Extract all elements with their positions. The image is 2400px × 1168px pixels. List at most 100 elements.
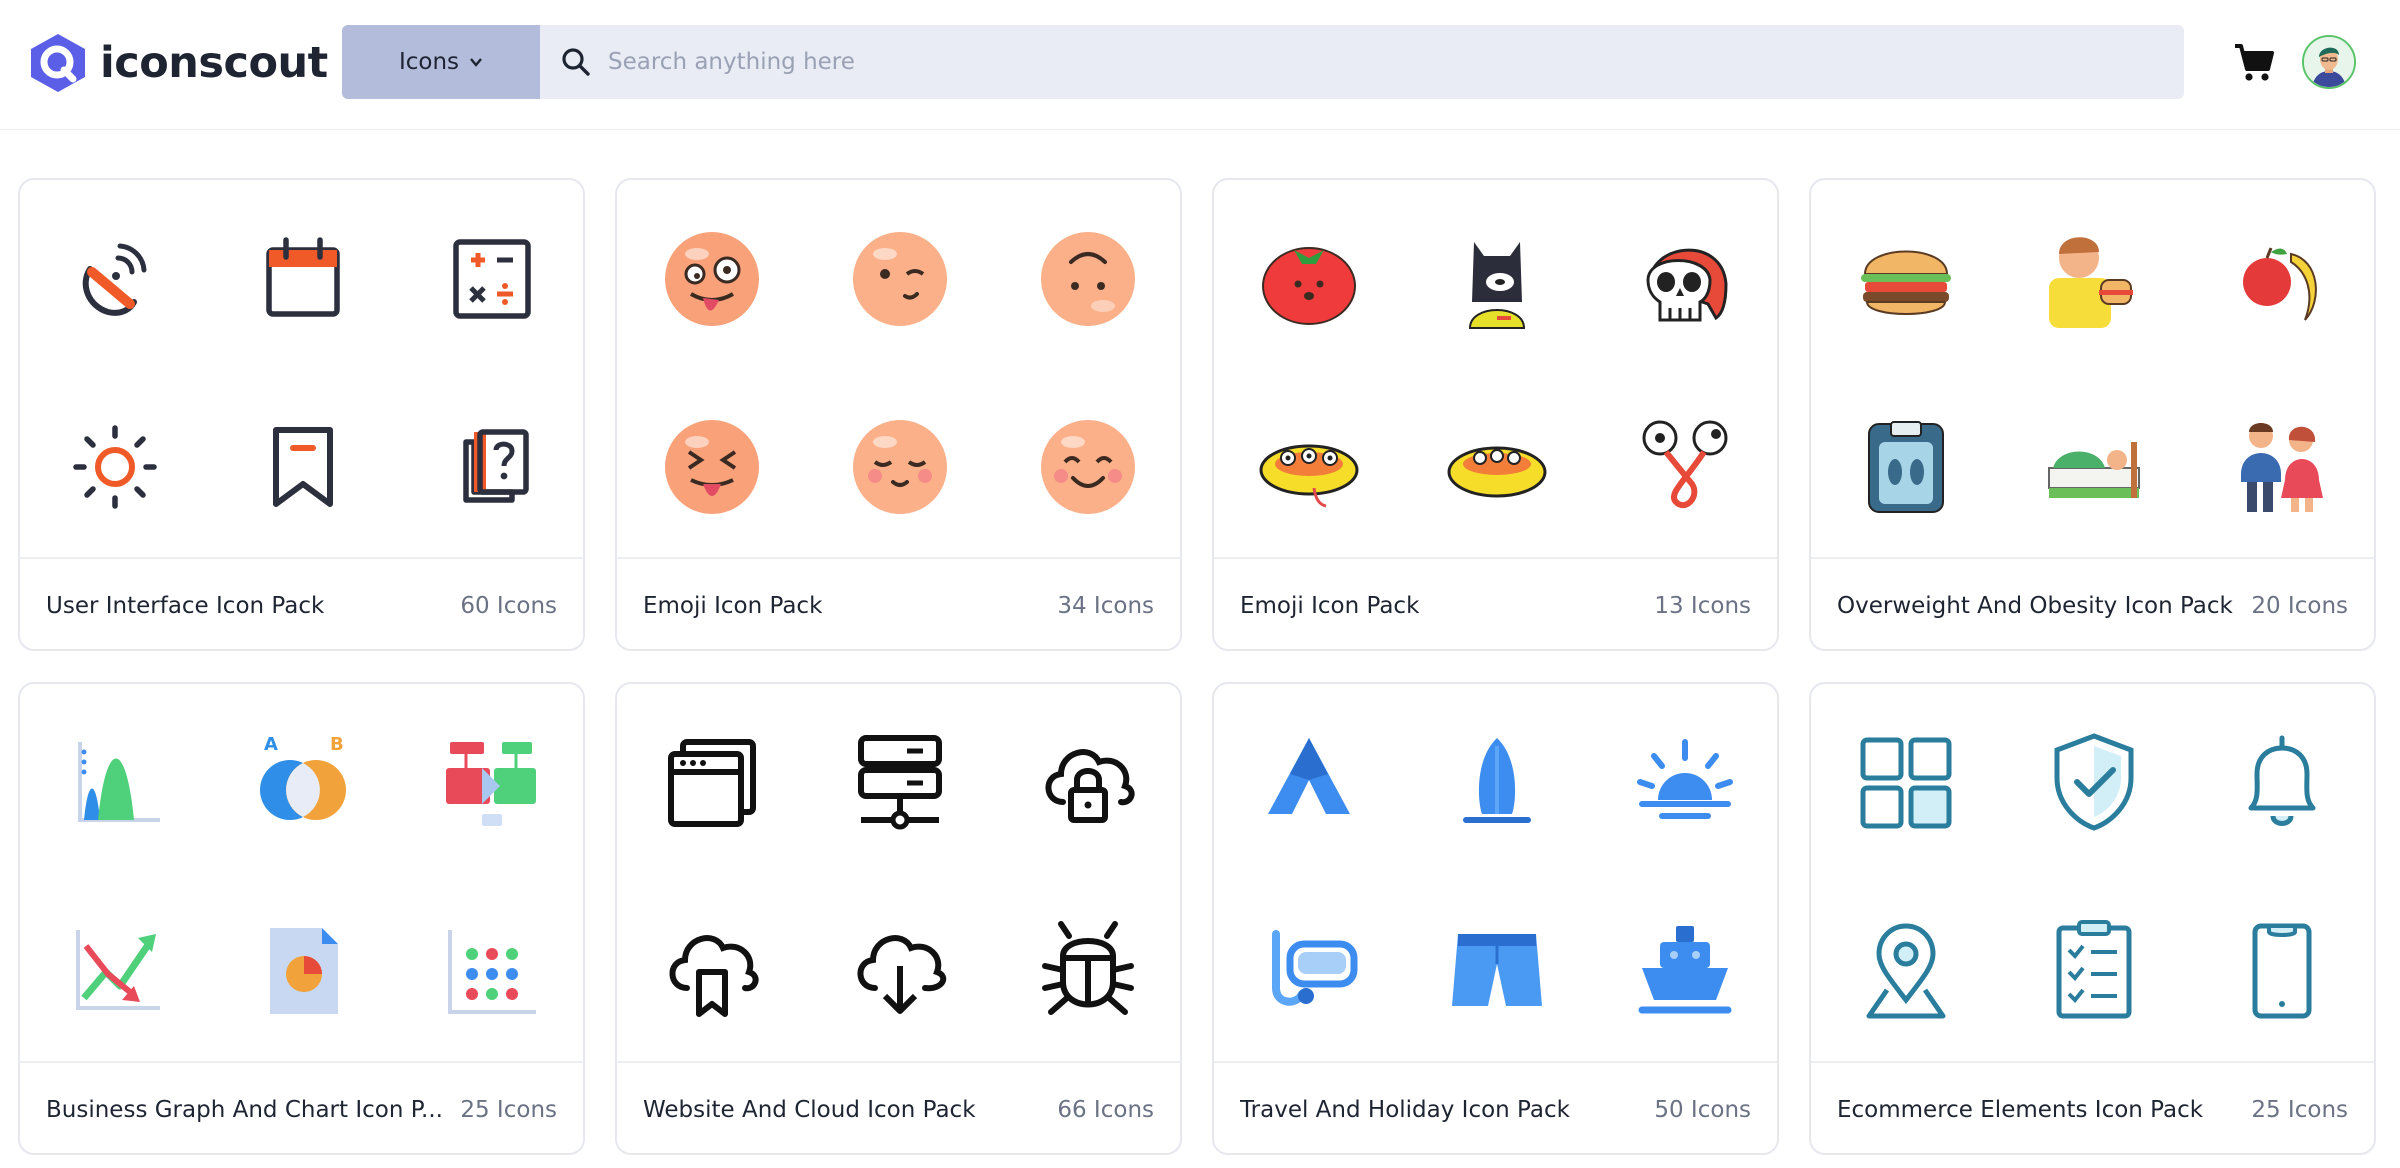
person-in-bed-icon bbox=[2039, 412, 2149, 522]
pack-icon-count: 60 Icons bbox=[460, 593, 557, 619]
pack-footer: Ecommerce Elements Icon Pack 25 Icons bbox=[1811, 1061, 2374, 1153]
pack-preview bbox=[1811, 684, 2374, 1061]
sun-icon bbox=[60, 412, 170, 522]
shield-check-icon bbox=[2039, 728, 2149, 838]
pack-preview: A B bbox=[20, 684, 583, 1061]
pack-title[interactable]: Website And Cloud Icon Pack bbox=[643, 1097, 976, 1123]
svg-text:B: B bbox=[330, 734, 344, 755]
pack-icon-count: 34 Icons bbox=[1057, 593, 1154, 619]
pack-icon-count: 20 Icons bbox=[2251, 593, 2348, 619]
eyes-on-string-icon bbox=[1630, 412, 1740, 522]
cloud-download-icon bbox=[845, 916, 955, 1026]
pack-preview bbox=[1811, 180, 2374, 557]
bell-icon bbox=[2227, 728, 2337, 838]
calculator-icon bbox=[436, 224, 546, 334]
relieved-face-emoji bbox=[845, 412, 955, 522]
brand-name: iconscout bbox=[100, 38, 328, 88]
apple-banana-icon bbox=[2227, 224, 2337, 334]
cart-icon[interactable] bbox=[2232, 40, 2276, 84]
pack-preview bbox=[617, 684, 1180, 1061]
pack-icon-count: 13 Icons bbox=[1654, 593, 1751, 619]
icon-pack-card[interactable]: A B Business Graph And Chart Icon P... 2… bbox=[18, 682, 585, 1155]
pack-preview bbox=[1214, 684, 1777, 1061]
brand-logo[interactable]: iconscout bbox=[26, 32, 328, 94]
pack-footer: User Interface Icon Pack 60 Icons bbox=[20, 557, 583, 649]
icon-pack-card[interactable]: Emoji Icon Pack 13 Icons bbox=[1212, 178, 1779, 651]
pack-icon-count: 25 Icons bbox=[2251, 1097, 2348, 1123]
icon-pack-card[interactable]: Overweight And Obesity Icon Pack 20 Icon… bbox=[1809, 178, 2376, 651]
overweight-couple-icon bbox=[2227, 412, 2337, 522]
pack-icon-count: 66 Icons bbox=[1057, 1097, 1154, 1123]
skull-helmet-icon bbox=[1630, 224, 1740, 334]
weight-scale-icon bbox=[1851, 412, 1961, 522]
tent-icon bbox=[1254, 728, 1364, 838]
icon-pack-card[interactable]: User Interface Icon Pack 60 Icons bbox=[18, 178, 585, 651]
icon-pack-card[interactable]: Ecommerce Elements Icon Pack 25 Icons bbox=[1809, 682, 2376, 1155]
crazy-face-emoji bbox=[657, 224, 767, 334]
grid-apps-icon bbox=[1851, 728, 1961, 838]
pack-preview bbox=[20, 180, 583, 557]
bug-icon bbox=[1033, 916, 1143, 1026]
snorkel-mask-icon bbox=[1254, 916, 1364, 1026]
pack-preview bbox=[617, 180, 1180, 557]
pack-title[interactable]: Overweight And Obesity Icon Pack bbox=[1837, 593, 2233, 619]
svg-text:A: A bbox=[264, 734, 278, 755]
pack-title[interactable]: Emoji Icon Pack bbox=[1240, 593, 1419, 619]
server-network-icon bbox=[845, 728, 955, 838]
burger-icon bbox=[1851, 224, 1961, 334]
upside-down-face-emoji bbox=[1033, 224, 1143, 334]
smiling-face-emoji bbox=[1033, 412, 1143, 522]
cloud-lock-icon bbox=[1033, 728, 1143, 838]
pack-footer: Travel And Holiday Icon Pack 50 Icons bbox=[1214, 1061, 1777, 1153]
area-chart-icon bbox=[60, 728, 170, 838]
pack-icon-count: 25 Icons bbox=[460, 1097, 557, 1123]
pack-icon-count: 50 Icons bbox=[1654, 1097, 1751, 1123]
pack-footer: Overweight And Obesity Icon Pack 20 Icon… bbox=[1811, 557, 2374, 649]
pack-title[interactable]: Business Graph And Chart Icon P... bbox=[46, 1097, 443, 1123]
winking-face-emoji bbox=[845, 224, 955, 334]
user-avatar[interactable] bbox=[2302, 35, 2356, 89]
pie-report-icon bbox=[248, 916, 358, 1026]
person-eating-burger-icon bbox=[2039, 224, 2149, 334]
venn-diagram-icon: A B bbox=[248, 728, 358, 838]
search-bar: Icons bbox=[342, 25, 2184, 99]
icon-pack-card[interactable]: Travel And Holiday Icon Pack 50 Icons bbox=[1212, 682, 1779, 1155]
satellite-dish-icon bbox=[60, 224, 170, 334]
search-icon[interactable] bbox=[560, 46, 592, 78]
cloud-bookmark-icon bbox=[657, 916, 767, 1026]
pack-footer: Business Graph And Chart Icon P... 25 Ic… bbox=[20, 1061, 583, 1153]
checklist-icon bbox=[2039, 916, 2149, 1026]
calendar-icon bbox=[248, 224, 358, 334]
asset-type-dropdown[interactable]: Icons bbox=[342, 25, 540, 99]
pack-title[interactable]: User Interface Icon Pack bbox=[46, 593, 324, 619]
smartphone-icon bbox=[2227, 916, 2337, 1026]
flow-chart-icon bbox=[436, 728, 546, 838]
search-input[interactable] bbox=[592, 25, 2184, 99]
asset-type-label: Icons bbox=[398, 49, 460, 75]
squinting-tongue-emoji bbox=[657, 412, 767, 522]
browser-windows-icon bbox=[657, 728, 767, 838]
pack-title[interactable]: Emoji Icon Pack bbox=[643, 593, 822, 619]
trend-arrows-chart-icon bbox=[60, 916, 170, 1026]
pack-footer: Emoji Icon Pack 34 Icons bbox=[617, 557, 1180, 649]
sunrise-icon bbox=[1630, 728, 1740, 838]
icon-pack-card[interactable]: Website And Cloud Icon Pack 66 Icons bbox=[615, 682, 1182, 1155]
bookmark-icon bbox=[248, 412, 358, 522]
surfboard-icon bbox=[1442, 728, 1552, 838]
pack-footer: Emoji Icon Pack 13 Icons bbox=[1214, 557, 1777, 649]
iconscout-logo-icon bbox=[31, 34, 85, 92]
three-eyed-blob-icon bbox=[1254, 412, 1364, 522]
pack-preview bbox=[1214, 180, 1777, 557]
location-pin-icon bbox=[1851, 916, 1961, 1026]
icon-pack-card[interactable]: Emoji Icon Pack 34 Icons bbox=[615, 178, 1182, 651]
pack-footer: Website And Cloud Icon Pack 66 Icons bbox=[617, 1061, 1180, 1153]
swim-shorts-icon bbox=[1442, 916, 1552, 1026]
help-book-icon bbox=[436, 412, 546, 522]
top-header: iconscout Icons bbox=[0, 0, 2400, 130]
avatar-illustration-icon bbox=[2304, 37, 2354, 87]
pack-title[interactable]: Ecommerce Elements Icon Pack bbox=[1837, 1097, 2203, 1123]
yellow-blob-icon bbox=[1442, 412, 1552, 522]
pack-title[interactable]: Travel And Holiday Icon Pack bbox=[1240, 1097, 1570, 1123]
dot-matrix-chart-icon bbox=[436, 916, 546, 1026]
ship-icon bbox=[1630, 916, 1740, 1026]
